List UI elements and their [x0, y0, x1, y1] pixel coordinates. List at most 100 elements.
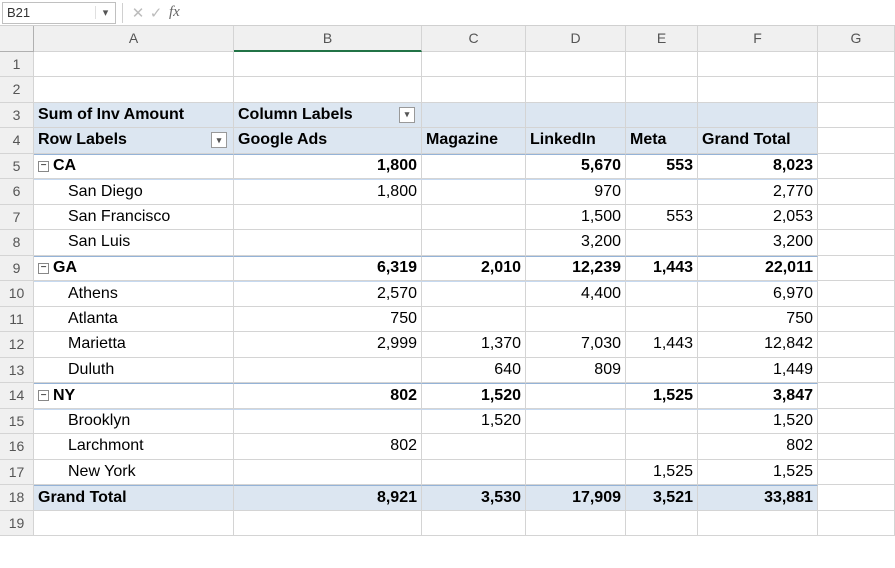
cell[interactable]: [422, 103, 526, 129]
cell[interactable]: [698, 77, 818, 103]
pivot-row-labels[interactable]: Row Labels▾: [34, 128, 234, 154]
name-box[interactable]: ▾: [2, 2, 116, 24]
cell[interactable]: [626, 52, 698, 78]
row-header[interactable]: 3: [0, 103, 34, 129]
cell[interactable]: 1,443: [626, 256, 698, 282]
cell[interactable]: [818, 154, 895, 180]
row-header[interactable]: 10: [0, 281, 34, 307]
cell[interactable]: 6,319: [234, 256, 422, 282]
cell[interactable]: 1,800: [234, 154, 422, 180]
cell[interactable]: 1,525: [626, 383, 698, 409]
cell[interactable]: 22,011: [698, 256, 818, 282]
cell[interactable]: [234, 230, 422, 256]
cell[interactable]: [818, 307, 895, 333]
cell[interactable]: [422, 52, 526, 78]
cell[interactable]: [698, 511, 818, 537]
cell[interactable]: 1,525: [626, 460, 698, 486]
row-header[interactable]: 9: [0, 256, 34, 282]
cell[interactable]: 802: [698, 434, 818, 460]
cell[interactable]: [626, 179, 698, 205]
cell[interactable]: 3,521: [626, 485, 698, 511]
cell[interactable]: [626, 281, 698, 307]
cell[interactable]: 553: [626, 205, 698, 231]
pivot-title[interactable]: Sum of Inv Amount: [34, 103, 234, 129]
row-header[interactable]: 2: [0, 77, 34, 103]
cell[interactable]: [234, 358, 422, 384]
row-header[interactable]: 12: [0, 332, 34, 358]
item[interactable]: Brooklyn: [34, 409, 234, 435]
name-box-dropdown-icon[interactable]: ▾: [95, 6, 115, 19]
item[interactable]: Larchmont: [34, 434, 234, 460]
cell[interactable]: 2,999: [234, 332, 422, 358]
column-filter-icon[interactable]: ▾: [399, 107, 415, 123]
col-linkedin[interactable]: LinkedIn: [526, 128, 626, 154]
collapse-icon[interactable]: −: [38, 390, 49, 401]
cell[interactable]: 1,370: [422, 332, 526, 358]
cell[interactable]: 7,030: [526, 332, 626, 358]
col-header-G[interactable]: G: [818, 26, 895, 52]
row-header[interactable]: 8: [0, 230, 34, 256]
cell[interactable]: [422, 281, 526, 307]
cell[interactable]: [818, 383, 895, 409]
row-header[interactable]: 19: [0, 511, 34, 537]
row-header[interactable]: 16: [0, 434, 34, 460]
cell[interactable]: [234, 205, 422, 231]
col-header-D[interactable]: D: [526, 26, 626, 52]
row-header[interactable]: 15: [0, 409, 34, 435]
cell[interactable]: [422, 205, 526, 231]
cell[interactable]: [422, 77, 526, 103]
cell[interactable]: 6,970: [698, 281, 818, 307]
name-box-input[interactable]: [3, 5, 95, 20]
cell[interactable]: [818, 511, 895, 537]
cell[interactable]: [626, 77, 698, 103]
cell[interactable]: [626, 307, 698, 333]
cell[interactable]: 1,800: [234, 179, 422, 205]
select-all-corner[interactable]: [0, 26, 34, 52]
row-header[interactable]: 4: [0, 128, 34, 154]
cell[interactable]: [626, 230, 698, 256]
cell[interactable]: 33,881: [698, 485, 818, 511]
cell[interactable]: 1,520: [422, 383, 526, 409]
cell[interactable]: [34, 52, 234, 78]
cell[interactable]: 1,525: [698, 460, 818, 486]
cell[interactable]: [818, 77, 895, 103]
cell[interactable]: 1,500: [526, 205, 626, 231]
cell[interactable]: 12,239: [526, 256, 626, 282]
col-google[interactable]: Google Ads: [234, 128, 422, 154]
item[interactable]: San Francisco: [34, 205, 234, 231]
col-header-A[interactable]: A: [34, 26, 234, 52]
formula-input[interactable]: [186, 2, 895, 24]
cell[interactable]: 2,010: [422, 256, 526, 282]
cell[interactable]: [818, 409, 895, 435]
row-header[interactable]: 18: [0, 485, 34, 511]
cell[interactable]: [422, 511, 526, 537]
cell[interactable]: 5,670: [526, 154, 626, 180]
row-header[interactable]: 17: [0, 460, 34, 486]
cell[interactable]: [422, 154, 526, 180]
row-filter-icon[interactable]: ▾: [211, 132, 227, 148]
row-header[interactable]: 14: [0, 383, 34, 409]
pivot-column-labels[interactable]: Column Labels▾: [234, 103, 422, 129]
cell[interactable]: [818, 358, 895, 384]
cell[interactable]: [818, 52, 895, 78]
cell[interactable]: [526, 52, 626, 78]
cell[interactable]: [818, 230, 895, 256]
cell[interactable]: [626, 434, 698, 460]
collapse-icon[interactable]: −: [38, 161, 49, 172]
col-header-C[interactable]: C: [422, 26, 526, 52]
cell[interactable]: [698, 52, 818, 78]
cell[interactable]: [234, 77, 422, 103]
cell[interactable]: 3,200: [526, 230, 626, 256]
row-header[interactable]: 5: [0, 154, 34, 180]
cell[interactable]: [526, 511, 626, 537]
cell[interactable]: [818, 103, 895, 129]
cell[interactable]: 2,570: [234, 281, 422, 307]
cell[interactable]: [818, 434, 895, 460]
cell[interactable]: [234, 409, 422, 435]
cell[interactable]: 750: [234, 307, 422, 333]
cell[interactable]: 802: [234, 434, 422, 460]
cell[interactable]: [422, 460, 526, 486]
cell[interactable]: [526, 434, 626, 460]
col-header-E[interactable]: E: [626, 26, 698, 52]
item[interactable]: San Diego: [34, 179, 234, 205]
